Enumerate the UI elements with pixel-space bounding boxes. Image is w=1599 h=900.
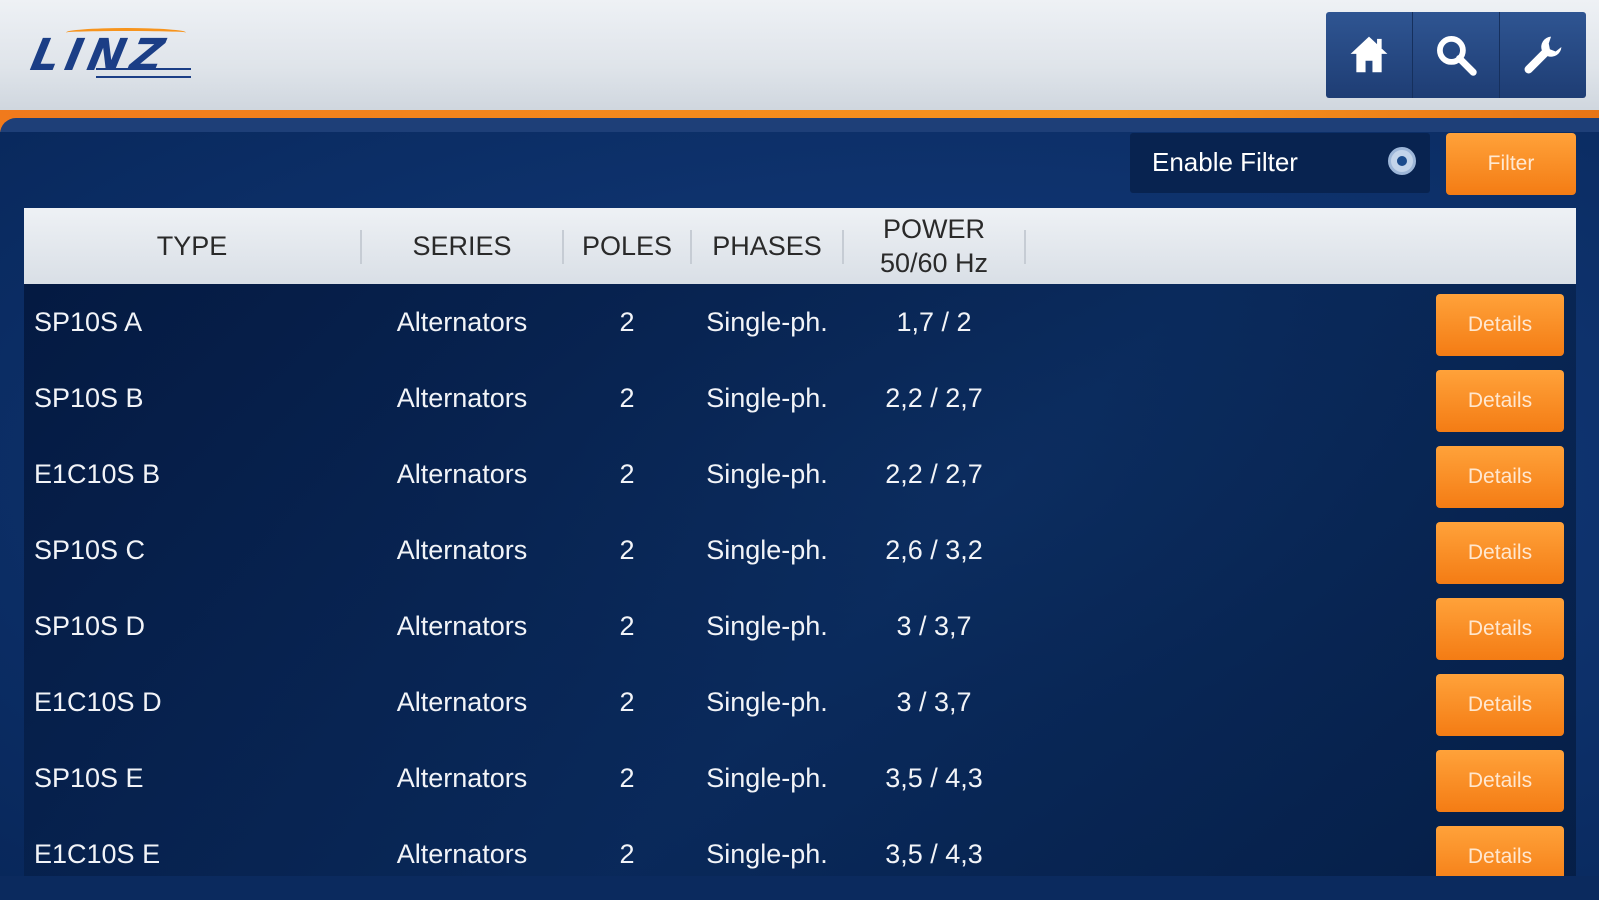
home-button[interactable] [1326, 12, 1413, 98]
table-header: TYPE SERIES POLES PHASES POWER 50/60 Hz [24, 208, 1576, 284]
cell-type: SP10S B [34, 382, 144, 413]
cell-type: E1C10S B [34, 458, 161, 489]
bottom-bar [0, 876, 1599, 900]
details-button[interactable]: Details [1436, 522, 1564, 584]
cell-series: Alternators [396, 762, 528, 793]
cell-series: Alternators [396, 382, 528, 413]
filter-button[interactable]: Filter [1446, 133, 1576, 195]
cell-type: SP10S D [34, 610, 146, 641]
home-icon [1350, 36, 1388, 73]
app-header: LINZ [0, 0, 1599, 112]
cell-phases: Single-ph. [706, 610, 828, 641]
settings-button[interactable] [1500, 12, 1586, 98]
cell-power: 3 / 3,7 [896, 610, 972, 641]
cell-series: Alternators [396, 306, 528, 337]
column-header-series[interactable]: SERIES [362, 208, 562, 284]
cell-series: Alternators [396, 534, 528, 565]
wrench-icon [1524, 36, 1562, 74]
details-button[interactable]: Details [1436, 674, 1564, 736]
enable-filter-control[interactable]: Enable Filter [1130, 133, 1430, 193]
cell-phases: Single-ph. [706, 686, 828, 717]
cell-poles: 2 [619, 610, 635, 641]
enable-filter-label: Enable Filter [1152, 147, 1298, 177]
cell-series: Alternators [396, 686, 528, 717]
cell-series: Alternators [396, 458, 528, 489]
table-row[interactable]: SP10S C Alternators 2 Single-ph. 2,6 / 3… [24, 512, 1576, 588]
cell-series: Alternators [396, 838, 528, 869]
column-header-power-line2: 50/60 Hz [879, 248, 989, 278]
cell-power: 3 / 3,7 [896, 686, 972, 717]
cell-poles: 2 [619, 686, 635, 717]
cell-power: 3,5 / 4,3 [885, 762, 983, 793]
header-toolbar [1326, 12, 1586, 98]
details-button[interactable]: Details [1436, 294, 1564, 356]
cell-poles: 2 [619, 458, 635, 489]
search-button[interactable] [1413, 12, 1500, 98]
details-button[interactable]: Details [1436, 826, 1564, 876]
cell-phases: Single-ph. [706, 458, 828, 489]
cell-type: SP10S A [34, 306, 143, 337]
table-row[interactable]: SP10S B Alternators 2 Single-ph. 2,2 / 2… [24, 360, 1576, 436]
cell-type: SP10S E [34, 762, 144, 793]
details-button[interactable]: Details [1436, 750, 1564, 812]
cell-phases: Single-ph. [706, 534, 828, 565]
table-row[interactable]: SP10S D Alternators 2 Single-ph. 3 / 3,7… [24, 588, 1576, 664]
cell-power: 1,7 / 2 [896, 306, 972, 337]
cell-power: 2,2 / 2,7 [885, 382, 983, 413]
cell-power: 3,5 / 4,3 [885, 838, 983, 869]
product-table-body[interactable]: SP10S A Alternators 2 Single-ph. 1,7 / 2… [24, 284, 1576, 876]
details-button[interactable]: Details [1436, 446, 1564, 508]
column-header-poles[interactable]: POLES [564, 208, 690, 284]
details-button[interactable]: Details [1436, 598, 1564, 660]
cell-power: 2,2 / 2,7 [885, 458, 983, 489]
table-row[interactable]: SP10S A Alternators 2 Single-ph. 1,7 / 2… [24, 284, 1576, 360]
logo-subtext-lines [96, 68, 191, 78]
table-row[interactable]: E1C10S E Alternators 2 Single-ph. 3,5 / … [24, 816, 1576, 876]
cell-phases: Single-ph. [706, 306, 828, 337]
cell-type: E1C10S D [34, 686, 162, 717]
table-row[interactable]: SP10S E Alternators 2 Single-ph. 3,5 / 4… [24, 740, 1576, 816]
linz-logo[interactable]: LINZ [26, 28, 191, 86]
details-button[interactable]: Details [1436, 370, 1564, 432]
enable-filter-radio[interactable] [1388, 147, 1416, 175]
column-header-power-line1: POWER [882, 214, 985, 244]
table-row[interactable]: E1C10S B Alternators 2 Single-ph. 2,2 / … [24, 436, 1576, 512]
cell-poles: 2 [619, 382, 635, 413]
search-icon [1437, 36, 1477, 76]
cell-power: 2,6 / 3,2 [885, 534, 983, 565]
cell-poles: 2 [619, 306, 635, 337]
cell-type: E1C10S E [34, 838, 161, 869]
cell-poles: 2 [619, 534, 635, 565]
cell-series: Alternators [396, 610, 528, 641]
column-header-type[interactable]: TYPE [24, 208, 360, 284]
cell-phases: Single-ph. [706, 838, 828, 869]
column-header-phases[interactable]: PHASES [692, 208, 842, 284]
cell-phases: Single-ph. [706, 382, 828, 413]
cell-poles: 2 [619, 762, 635, 793]
column-divider [1024, 230, 1026, 264]
cell-phases: Single-ph. [706, 762, 828, 793]
column-header-power[interactable]: POWER 50/60 Hz [844, 208, 1024, 284]
cell-type: SP10S C [34, 534, 146, 565]
table-row[interactable]: E1C10S D Alternators 2 Single-ph. 3 / 3,… [24, 664, 1576, 740]
cell-poles: 2 [619, 838, 635, 869]
